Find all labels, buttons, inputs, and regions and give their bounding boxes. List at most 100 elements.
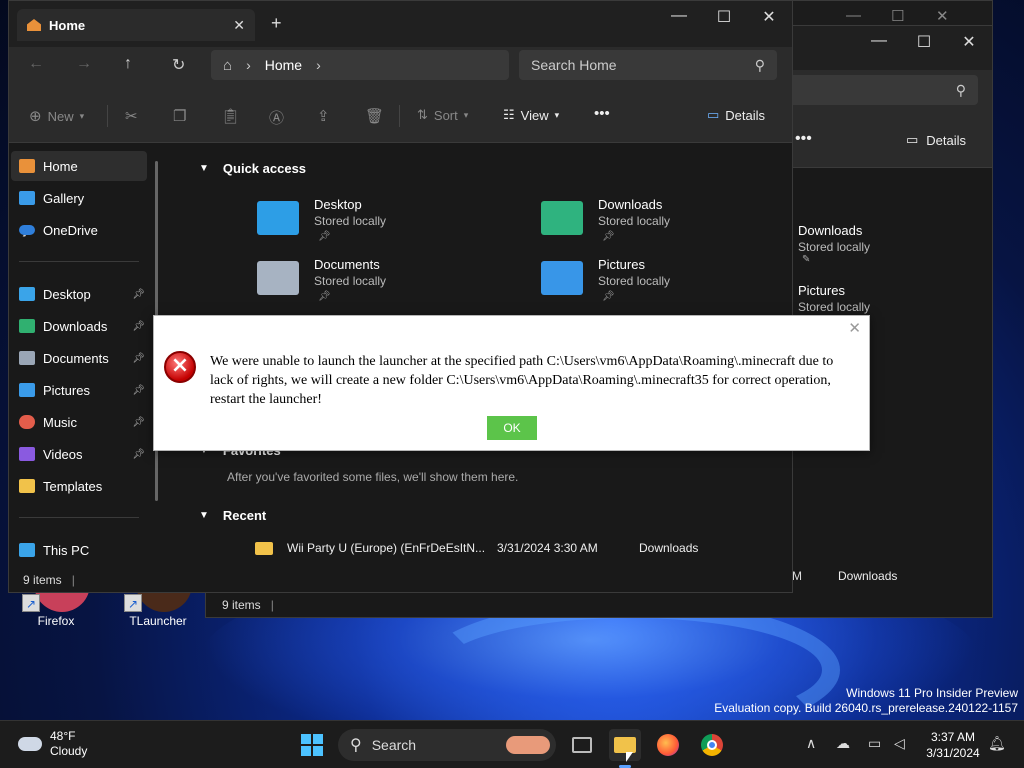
sort-icon: ⇅ [417,107,428,122]
pin-icon: 📌︎ [132,352,145,364]
address-bar[interactable]: ⌂ › Home › [211,50,509,80]
details-pane-icon: ▭ [707,107,720,122]
details-button[interactable]: ▭ Details [906,132,966,148]
qa-item-downloads[interactable]: Downloads Stored locally 📌︎ [541,197,781,247]
weather-widget[interactable]: 48°F Cloudy [18,729,87,759]
pin-icon: 📌︎ [132,320,145,332]
forward-arrow-icon[interactable]: → [76,55,92,73]
task-view-icon [572,737,592,753]
desktop-icon-tlauncher[interactable]: ↗ TLauncher [118,574,198,628]
sidebar-item-this-pc[interactable]: ❯This PC [11,535,147,565]
paste-icon[interactable]: 📋︎ [221,107,240,125]
sidebar-item-home[interactable]: Home [11,151,147,181]
maximize-icon[interactable]: ☐ [701,7,747,27]
sidebar-item-downloads[interactable]: Downloads 📌︎ [11,311,147,341]
close-tab-icon[interactable]: ✕ [233,17,245,34]
taskbar-search[interactable]: ⚲ Search [338,729,556,761]
close-icon[interactable]: ✕ [936,7,949,25]
file-explorer-taskbar-button[interactable] [609,729,641,761]
chevron-down-icon: ▾ [79,110,85,121]
home-icon [19,159,35,173]
qa-item-downloads[interactable]: Downloads Stored locally ✎ [798,223,870,265]
copy-icon[interactable]: ❐ [173,107,186,125]
recent-date-fragment: M [792,569,802,583]
minimize-icon[interactable]: — [846,7,861,24]
windows-logo-icon [301,734,323,756]
cut-icon[interactable]: ✂ [125,107,138,125]
close-icon[interactable]: ✕ [946,32,992,52]
minimize-icon[interactable]: — [856,32,902,50]
notification-bell-icon[interactable]: 🔔︎ [988,735,1006,752]
section-quick-access[interactable]: ▼ Quick access [199,161,306,176]
qa-item-pictures[interactable]: Pictures Stored locally [798,283,870,314]
maximize-icon[interactable]: ☐ [891,7,904,25]
sidebar-item-onedrive[interactable]: ❯OneDrive [11,215,147,245]
sidebar-item-documents[interactable]: Documents 📌︎ [11,343,147,373]
command-bar: ⊕ New ▾ ✂ ❐ 📋︎ Ⓐ ⇪ 🗑︎ ⇅ Sort ▾ ☷ View ▾ ••• ▭ D… [9,85,792,143]
volume-muted-icon[interactable]: ◁ [894,735,905,752]
explorer-window[interactable]: Home ✕ + — ☐ ✕ ← → ↑ ↻ ⌂ › Home › Search… [8,0,793,593]
start-button[interactable] [296,729,328,761]
breadcrumb-home[interactable]: Home [265,57,302,73]
downloads-folder-icon [541,201,583,235]
zip-folder-icon [255,542,273,555]
sidebar-item-templates[interactable]: Templates [11,471,147,501]
monitor-icon [19,543,35,557]
close-icon[interactable]: ✕ [746,7,792,27]
sidebar-item-desktop[interactable]: Desktop 📌︎ [11,279,147,309]
new-tab-button[interactable]: + [271,13,282,34]
more-options-button[interactable]: ••• [594,105,610,122]
refresh-icon[interactable]: ↻ [172,55,185,75]
section-recent[interactable]: ▼ Recent [199,508,266,523]
dialog-close-button[interactable]: ✕ [848,319,861,337]
sidebar-item-music[interactable]: Music 📌︎ [11,407,147,437]
pin-icon: ✎ [802,254,811,265]
share-icon[interactable]: ⇪ [317,107,330,125]
favorites-empty-message: After you've favorited some files, we'll… [227,470,519,484]
chrome-taskbar-button[interactable] [696,729,728,761]
pictures-folder-icon [541,261,583,295]
sidebar-divider [19,261,139,262]
desktop-icon-firefox[interactable]: ↗ Firefox [16,574,96,628]
qa-item-pictures[interactable]: Pictures Stored locally 📌︎ [541,257,781,307]
pin-icon: 📌︎ [602,231,615,242]
more-icon[interactable]: ••• [795,130,812,148]
folder-icon [614,737,636,753]
search-input[interactable]: Search Home ⚲ [519,50,777,80]
rename-icon[interactable]: Ⓐ [269,107,284,128]
firefox-taskbar-button[interactable] [652,729,684,761]
maximize-icon[interactable]: ☐ [901,32,947,52]
sidebar-item-videos[interactable]: Videos 📌︎ [11,439,147,469]
chevron-up-icon[interactable]: ∧ [806,735,816,752]
videos-icon [19,447,35,461]
sort-button[interactable]: ⇅ Sort ▾ [417,107,468,123]
sidebar-item-gallery[interactable]: Gallery [11,183,147,213]
sidebar-item-pictures[interactable]: Pictures 📌︎ [11,375,147,405]
pin-icon: 📌︎ [602,291,615,302]
navigation-pane: Home Gallery ❯OneDrive Desktop📌︎ Downloa… [9,143,159,569]
download-icon [19,319,35,333]
details-button[interactable]: ▭ Details [707,107,765,123]
back-arrow-icon[interactable]: ← [28,55,44,73]
mouse-cursor [626,752,633,762]
qa-item-documents[interactable]: Documents Stored locally 📌︎ [257,257,497,307]
onedrive-offline-icon[interactable]: ☁ [836,735,850,752]
delete-icon[interactable]: 🗑︎ [365,107,384,125]
ok-button[interactable]: OK [487,416,537,440]
up-arrow-icon[interactable]: ↑ [124,55,132,73]
network-icon[interactable]: ▭ [868,735,881,752]
system-clock[interactable]: 3:37 AM 3/31/2024 [922,729,984,761]
plus-circle-icon: ⊕ [29,108,42,125]
qa-item-desktop[interactable]: Desktop Stored locally 📌︎ [257,197,497,247]
address-row: ← → ↑ ↻ ⌂ › Home › Search Home ⚲ [9,47,792,85]
tab-home[interactable]: Home ✕ [17,9,255,41]
recent-location: Downloads [838,569,898,583]
minimize-icon[interactable]: — [656,7,702,25]
new-button[interactable]: ⊕ New ▾ [29,107,84,125]
toolbar-divider [399,105,400,127]
search-icon: ⚲ [955,81,966,98]
details-pane-icon: ▭ [906,132,919,147]
pin-icon: 📌︎ [132,384,145,396]
view-button[interactable]: ☷ View ▾ [503,107,559,123]
task-view-button[interactable] [566,729,598,761]
